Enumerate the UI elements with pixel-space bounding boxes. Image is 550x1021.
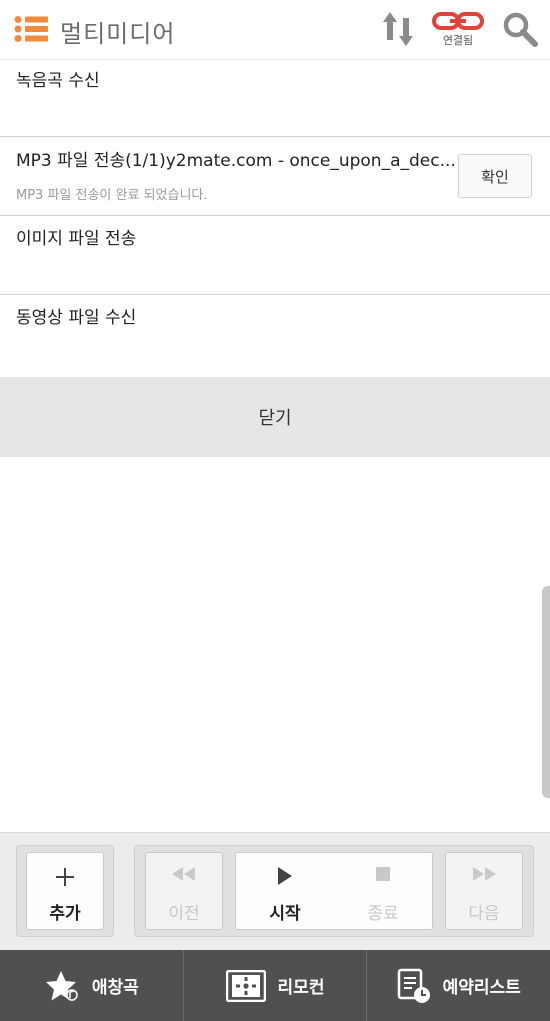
- add-button[interactable]: 추가: [26, 852, 104, 930]
- transfer-row-image-send: 이미지 파일 전송: [0, 216, 550, 295]
- nav-reserve-list[interactable]: 예약리스트: [367, 950, 550, 1021]
- transfer-row-video-receive: 동영상 파일 수신: [0, 295, 550, 377]
- scrollbar-handle[interactable]: [542, 586, 550, 798]
- page-title: 멀티미디어: [60, 20, 176, 48]
- stop-button[interactable]: 종료: [334, 853, 432, 929]
- nav-remote-label: 리모컨: [277, 978, 325, 998]
- transfer-title: 동영상 파일 수신: [16, 308, 137, 328]
- transfer-title: MP3 파일 전송(1/1)y2mate.com - once_upon_a_d…: [16, 151, 456, 171]
- search-icon[interactable]: [502, 11, 538, 47]
- transfer-title: 녹음곡 수신: [16, 71, 100, 91]
- app-header: 멀티미디어 연결됨: [0, 0, 550, 60]
- fast-forward-icon: [446, 867, 522, 887]
- next-label: 다음: [468, 904, 500, 924]
- connection-status: 연결됨: [442, 34, 474, 47]
- prev-button[interactable]: 이전: [145, 852, 223, 930]
- nav-reserve-list-label: 예약리스트: [442, 978, 521, 998]
- list-menu-icon[interactable]: [14, 16, 48, 42]
- add-group: 추가: [16, 845, 114, 937]
- star-music-icon: [45, 970, 78, 1001]
- play-icon: [236, 867, 334, 887]
- transfer-row-recording-receive: 녹음곡 수신: [0, 61, 550, 137]
- transfer-status: MP3 파일 전송이 완료 되었습니다.: [16, 188, 208, 203]
- chain-link-icon[interactable]: [432, 10, 484, 32]
- reserve-list-icon: [397, 968, 430, 1003]
- stop-icon: [334, 867, 432, 887]
- nav-favorites-label: 애창곡: [91, 978, 139, 998]
- nav-favorites[interactable]: 애창곡: [0, 950, 184, 1021]
- stop-label: 종료: [367, 904, 399, 924]
- nav-remote[interactable]: 리모컨: [184, 950, 368, 1021]
- sort-arrows-icon[interactable]: [382, 10, 414, 48]
- playback-control-area: 추가 이전 시작 종료 다음: [0, 832, 550, 950]
- next-button[interactable]: 다음: [445, 852, 523, 930]
- close-button[interactable]: 닫기: [0, 377, 550, 457]
- prev-label: 이전: [168, 904, 200, 924]
- transfer-row-mp3-send: MP3 파일 전송(1/1)y2mate.com - once_upon_a_d…: [0, 137, 550, 216]
- bottom-navigation: 애창곡 리모컨 예약리스트: [0, 950, 550, 1021]
- rewind-icon: [146, 867, 222, 887]
- confirm-button[interactable]: 확인: [458, 154, 532, 198]
- add-label: 추가: [49, 904, 81, 924]
- plus-icon: [27, 867, 103, 887]
- start-label: 시작: [269, 904, 301, 924]
- remote-icon: [225, 969, 266, 1002]
- playback-group: 이전 시작 종료 다음: [134, 845, 534, 937]
- transfer-title: 이미지 파일 전송: [16, 229, 137, 249]
- start-stop-button[interactable]: 시작 종료: [235, 852, 433, 930]
- start-button[interactable]: 시작: [236, 853, 334, 929]
